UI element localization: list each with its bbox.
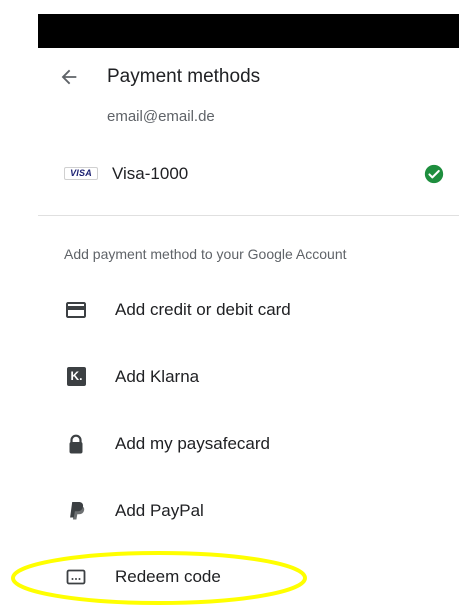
check-circle-icon [424, 164, 444, 184]
option-label: Add PayPal [115, 501, 204, 520]
status-bar [38, 14, 459, 48]
divider [38, 215, 459, 216]
option-label: Redeem code [115, 567, 221, 586]
back-arrow-icon[interactable] [58, 66, 80, 88]
option-label: Add credit or debit card [115, 300, 291, 319]
saved-method-label: Visa-1000 [112, 164, 189, 183]
credit-card-icon [66, 302, 86, 318]
visa-logo: VISA [64, 167, 98, 180]
option-label: Add my paysafecard [115, 434, 270, 453]
add-paypal-option[interactable]: Add PayPal [38, 487, 459, 535]
account-email: email@email.de [107, 108, 215, 125]
section-label: Add payment method to your Google Accoun… [64, 246, 347, 262]
add-klarna-option[interactable]: K. Add Klarna [38, 353, 459, 401]
paypal-icon [70, 502, 85, 520]
lock-icon [69, 434, 83, 454]
add-credit-card-option[interactable]: Add credit or debit card [38, 286, 459, 334]
klarna-icon: K. [67, 367, 86, 386]
option-label: Add Klarna [115, 367, 200, 386]
redeem-code-option[interactable]: Redeem code [38, 553, 459, 601]
add-paysafecard-option[interactable]: Add my paysafecard [38, 420, 459, 468]
page-title: Payment methods [107, 66, 261, 87]
redeem-code-icon [66, 569, 86, 585]
